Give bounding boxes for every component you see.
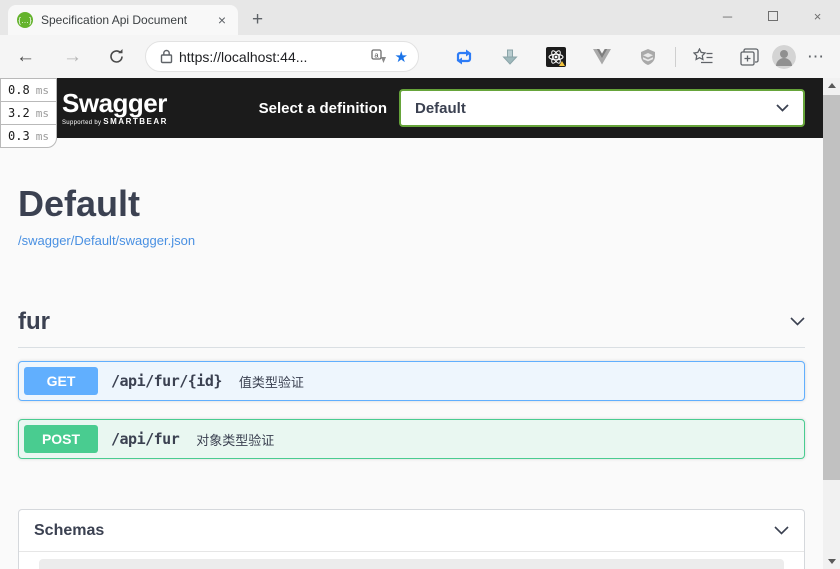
operation-post-row[interactable]: POST /api/fur 对象类型验证 [18,419,805,459]
extensions-row: ⋯ [441,45,838,69]
tag-section-fur[interactable]: fur [18,296,805,348]
back-button[interactable]: ← [16,46,35,68]
schemas-section: Schemas [18,509,805,569]
selected-definition: Default [415,100,466,117]
scroll-up-arrow[interactable] [823,78,840,93]
url-text[interactable]: https://localhost:44... [179,49,371,65]
translate-icon[interactable]: a [371,49,387,65]
schemas-title: Schemas [34,522,104,540]
chevron-down-icon[interactable] [774,526,789,535]
triangle-down-icon [828,559,836,564]
vue-devtools-extension-icon[interactable] [590,49,614,65]
toolbar-divider [675,47,676,67]
chevron-down-icon [776,104,789,112]
triangle-up-icon [828,83,836,88]
new-tab-button[interactable]: + [252,12,263,28]
swagger-logo[interactable]: Swagger Supported bySMARTBEAR [62,90,168,126]
post-method-badge: POST [24,425,98,453]
select-definition-label: Select a definition [259,100,387,117]
api-content: Default /swagger/Default/swagger.json fu… [0,184,823,569]
minimize-button[interactable]: ─ [705,0,750,32]
smartbear-brand-text: SMARTBEAR [103,117,168,126]
auto-refresh-extension-icon[interactable] [452,48,476,66]
download-extension-icon[interactable] [498,48,522,66]
perf-unit: ms [36,107,49,120]
operation-summary: 值类型验证 [239,372,304,391]
definition-select[interactable]: Default [399,89,805,127]
perf-value: 0.3 [8,129,30,143]
spec-json-link[interactable]: /swagger/Default/swagger.json [18,233,195,248]
perf-value: 0.8 [8,83,30,97]
scrollbar-thumb[interactable] [823,95,840,480]
address-bar[interactable]: https://localhost:44... a ★ [145,41,419,72]
operation-path[interactable]: /api/fur/{id} [111,372,222,390]
perf-timing: 0.8 ms [0,78,57,102]
scroll-down-arrow[interactable] [823,554,840,569]
favorites-bar-icon[interactable] [691,48,715,65]
operation-path[interactable]: /api/fur [111,430,179,448]
perf-unit: ms [36,84,49,97]
favorite-star-icon[interactable]: ★ [395,48,408,66]
collections-icon[interactable] [737,48,761,66]
swagger-topbar: Swagger Supported bySMARTBEAR Select a d… [0,78,823,138]
chevron-down-icon[interactable] [790,317,805,326]
schemas-header[interactable]: Schemas [19,510,804,552]
perf-timing: 3.2 ms [0,101,57,125]
perf-value: 3.2 [8,106,30,120]
lock-icon[interactable] [160,49,173,64]
browser-toolbar: ← → https://localhost:44... a ★ [0,35,840,78]
window-controls: ─ × [705,0,840,32]
close-button[interactable]: × [795,0,840,32]
browser-tab[interactable]: {…} Specification Api Document × [8,5,238,35]
schema-model-row[interactable] [39,559,784,569]
tag-name: fur [18,308,50,336]
maximize-button[interactable] [750,0,795,32]
maximize-icon [768,11,778,21]
operation-get-row[interactable]: GET /api/fur/{id} 值类型验证 [18,361,805,401]
operation-summary: 对象类型验证 [196,430,274,449]
shield-extension-icon[interactable] [636,48,660,66]
swagger-page: Swagger Supported bySMARTBEAR Select a d… [0,78,823,569]
supported-by-text: Supported by [62,120,101,126]
perf-unit: ms [36,130,49,143]
api-title: Default [18,184,805,224]
tab-strip: {…} Specification Api Document × + ─ × [0,0,840,35]
refresh-button[interactable] [108,48,125,65]
get-method-badge: GET [24,367,98,395]
swagger-logo-text: Swagger [62,90,168,116]
page-scrollbar[interactable] [823,78,840,569]
performance-overlay: 0.8 ms 3.2 ms 0.3 ms [0,78,57,148]
profile-avatar[interactable] [772,45,796,69]
forward-button[interactable]: → [63,46,82,68]
smartbear-tagline: Supported bySMARTBEAR [62,117,168,126]
swagger-favicon-icon: {…} [17,12,33,28]
tab-title: Specification Api Document [41,13,215,27]
perf-timing: 0.3 ms [0,124,57,148]
settings-more-icon[interactable]: ⋯ [807,47,824,67]
tab-close-icon[interactable]: × [215,12,229,28]
react-devtools-extension-icon[interactable] [544,47,568,67]
